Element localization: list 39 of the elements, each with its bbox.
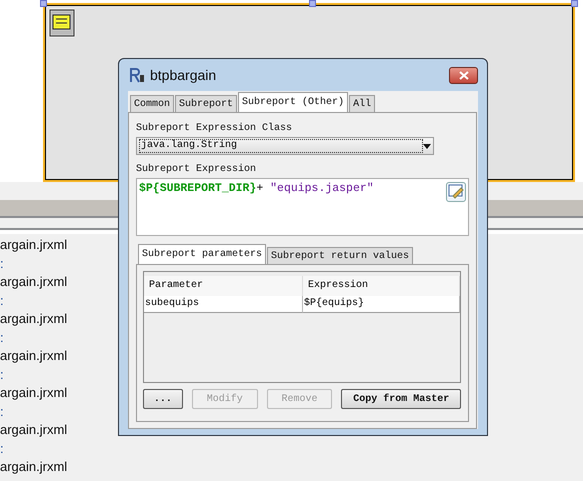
tab[interactable]: All <box>349 95 376 112</box>
column-header[interactable]: Parameter <box>144 276 303 296</box>
dialog-button[interactable]: ... <box>143 389 183 409</box>
resize-handle[interactable] <box>40 0 47 7</box>
field-label: Subreport Expression Class <box>136 123 294 134</box>
log-line: argain.jrxml <box>0 421 68 439</box>
tab[interactable]: Subreport parameters <box>138 244 266 264</box>
log-line: argain.jrxml <box>0 236 68 254</box>
tab[interactable]: Subreport return values <box>267 247 414 264</box>
log-line: : <box>0 440 4 458</box>
edit-button[interactable] <box>446 182 466 202</box>
class-dropdown[interactable]: java.lang.String <box>136 137 434 155</box>
log-line: : <box>0 366 4 384</box>
table-cell: subequips <box>144 296 303 313</box>
window-title: btpbargain <box>150 67 218 83</box>
log-line: : <box>0 328 4 346</box>
tab[interactable]: Common <box>130 95 174 112</box>
log-line: : <box>0 254 4 272</box>
dialog-button[interactable]: Copy from Master <box>341 389 461 409</box>
close-icon <box>458 70 470 80</box>
resize-handle[interactable] <box>309 0 316 7</box>
table-cell: $P{equips} <box>303 296 460 313</box>
caret-icon <box>423 144 431 148</box>
log-line: argain.jrxml <box>0 458 68 476</box>
field-label: Subreport Expression <box>136 164 258 175</box>
log-line: : <box>0 402 4 420</box>
column-header[interactable]: Expression <box>303 276 460 296</box>
close-button[interactable] <box>449 66 478 84</box>
expression-editor[interactable]: $P{SUBREPORT_DIR}+ "equips.jasper" <box>136 178 469 236</box>
subreport-icon <box>49 9 75 37</box>
tab[interactable]: Subreport <box>175 95 238 112</box>
tab[interactable]: Subreport (Other) <box>238 92 348 112</box>
log-line: argain.jrxml <box>0 347 68 365</box>
app-icon <box>128 66 146 84</box>
log-line: argain.jrxml <box>0 384 68 402</box>
log-line: argain.jrxml <box>0 310 68 328</box>
log-line: argain.jrxml <box>0 273 68 291</box>
log-line: : <box>0 292 4 310</box>
resize-handle[interactable] <box>571 0 578 7</box>
